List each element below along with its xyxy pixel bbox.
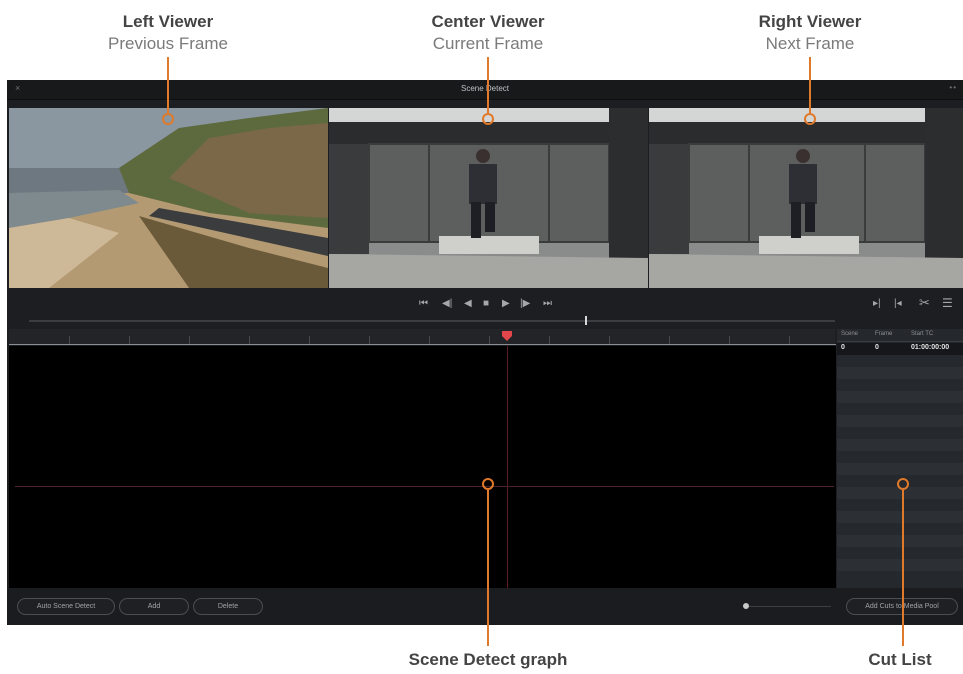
cutlist-leader-line bbox=[902, 490, 904, 646]
more-options-icon[interactable]: •• bbox=[949, 83, 957, 92]
title-bar: × Scene Detect •• bbox=[7, 80, 963, 100]
playhead-line bbox=[507, 346, 508, 588]
skip-to-start-icon[interactable]: ⏮ bbox=[419, 298, 428, 309]
center-viewer bbox=[329, 108, 648, 288]
zoom-slider-track[interactable] bbox=[749, 606, 831, 607]
center-viewer-callout-subtitle: Current Frame bbox=[432, 34, 544, 53]
bottom-toolbar: Auto Scene Detect Add Delete Add Cuts to… bbox=[7, 588, 963, 625]
current-frame-image bbox=[329, 108, 648, 288]
next-frame-image bbox=[649, 108, 963, 288]
auto-scene-detect-button[interactable]: Auto Scene Detect bbox=[17, 598, 115, 615]
row-scene: 0 bbox=[841, 344, 845, 351]
step-back-icon[interactable]: ◀| bbox=[442, 298, 452, 309]
left-viewer-callout-title: Left Viewer bbox=[122, 12, 214, 31]
center-viewer-callout: Center Viewer Current Frame bbox=[378, 11, 598, 55]
table-row[interactable]: 0 0 01:00:00:00 bbox=[837, 343, 963, 355]
right-leader-line bbox=[809, 57, 811, 113]
center-viewer-callout-title: Center Viewer bbox=[431, 12, 545, 31]
previous-frame-image bbox=[9, 108, 328, 288]
left-viewer bbox=[9, 108, 328, 288]
right-viewer-callout: Right Viewer Next Frame bbox=[700, 11, 920, 55]
row-start-tc: 01:00:00:00 bbox=[911, 344, 950, 351]
delete-button[interactable]: Delete bbox=[193, 598, 263, 615]
cut-list-panel: Scene Frame Start TC 0 0 01:00:00:00 bbox=[837, 329, 963, 588]
left-leader-line bbox=[167, 57, 169, 113]
list-icon[interactable]: ☰ bbox=[942, 296, 953, 310]
scrub-handle[interactable] bbox=[585, 316, 587, 325]
threshold-line[interactable] bbox=[15, 486, 834, 487]
prev-cut-icon[interactable]: |◂ bbox=[894, 298, 902, 309]
col-scene[interactable]: Scene bbox=[841, 331, 858, 337]
scene-detect-window: × Scene Detect •• ⏮ ◀| ◀ ■ ▶ |▶ ⏭ ▸| |◂ … bbox=[7, 80, 963, 625]
right-viewer bbox=[649, 108, 963, 288]
cut-list-callout: Cut List bbox=[868, 650, 932, 669]
zoom-slider-knob[interactable] bbox=[743, 603, 749, 609]
graph-baseline bbox=[9, 344, 836, 345]
graph-marker bbox=[482, 478, 494, 490]
col-frame[interactable]: Frame bbox=[875, 331, 892, 337]
left-viewer-marker bbox=[162, 113, 174, 125]
playhead-icon[interactable] bbox=[502, 331, 512, 341]
scrub-bar[interactable] bbox=[29, 316, 835, 325]
play-reverse-icon[interactable]: ◀ bbox=[464, 298, 472, 309]
left-viewer-callout: Left Viewer Previous Frame bbox=[58, 11, 278, 55]
right-viewer-callout-subtitle: Next Frame bbox=[765, 34, 855, 53]
left-viewer-callout-subtitle: Previous Frame bbox=[108, 34, 228, 53]
add-button[interactable]: Add bbox=[119, 598, 189, 615]
graph-leader-line bbox=[487, 490, 489, 646]
next-cut-icon[interactable]: ▸| bbox=[873, 298, 881, 309]
annotated-screenshot: Left Viewer Previous Frame Center Viewer… bbox=[0, 0, 963, 674]
transport-controls: ⏮ ◀| ◀ ■ ▶ |▶ ⏭ ▸| |◂ ✂ ☰ bbox=[7, 292, 963, 320]
timeline-ruler[interactable] bbox=[9, 329, 835, 345]
right-viewer-callout-title: Right Viewer bbox=[758, 12, 862, 31]
stop-icon[interactable]: ■ bbox=[483, 298, 489, 309]
cutlist-marker bbox=[897, 478, 909, 490]
skip-to-end-icon[interactable]: ⏭ bbox=[543, 298, 552, 309]
window-title: Scene Detect bbox=[460, 84, 510, 93]
scene-detect-graph[interactable] bbox=[9, 344, 836, 588]
center-leader-line bbox=[487, 57, 489, 113]
right-viewer-marker bbox=[804, 113, 816, 125]
scene-detect-graph-callout: Scene Detect graph bbox=[408, 650, 568, 669]
row-frame: 0 bbox=[875, 344, 879, 351]
center-viewer-marker bbox=[482, 113, 494, 125]
play-icon[interactable]: ▶ bbox=[502, 298, 510, 309]
cut-list-header: Scene Frame Start TC bbox=[837, 329, 963, 342]
col-start-tc[interactable]: Start TC bbox=[911, 331, 933, 337]
step-forward-icon[interactable]: |▶ bbox=[520, 298, 530, 309]
cut-icon[interactable]: ✂ bbox=[919, 295, 930, 311]
